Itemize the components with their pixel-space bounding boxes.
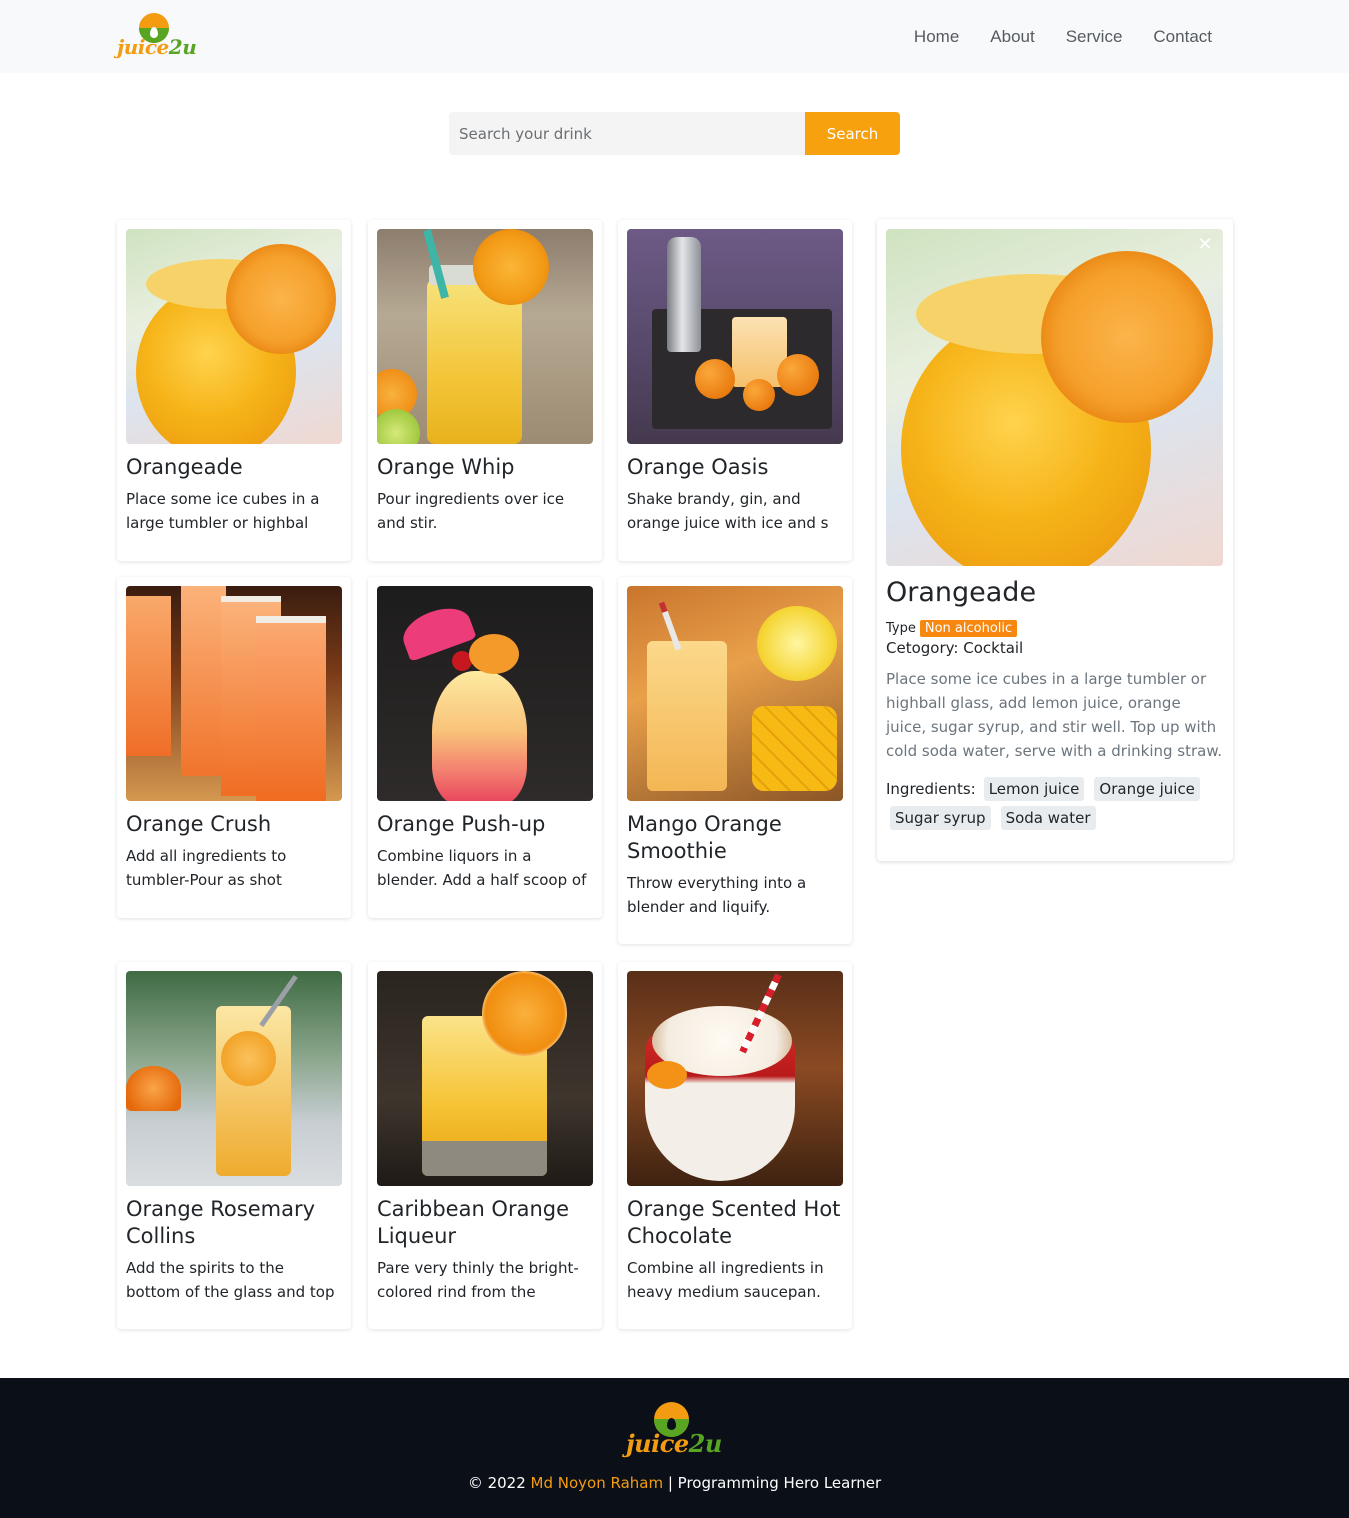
drink-image	[126, 971, 342, 1186]
drink-image	[126, 229, 342, 444]
drink-type-row: Type Non alcoholic	[886, 620, 1224, 637]
ingredient-chip: Orange juice	[1094, 777, 1200, 801]
logo[interactable]: juice2u	[117, 13, 199, 63]
ingredients-label: Ingredients:	[886, 780, 976, 798]
ingredient-chip: Sugar syrup	[890, 806, 991, 830]
drink-detail-image: ✕	[886, 229, 1223, 566]
drink-detail-panel: ✕ Orangeade Type Non alcoholic Cetogory:…	[877, 219, 1233, 861]
search-input[interactable]	[449, 112, 805, 155]
drink-card[interactable]: Orange Scented Hot Chocolate Combine all…	[618, 962, 852, 1329]
drink-card[interactable]: Orange Whip Pour ingredients over ice an…	[368, 220, 602, 561]
drink-image	[377, 971, 593, 1186]
drink-category: Cetogory: Cocktail	[886, 639, 1024, 657]
drink-instructions: Place some ice cubes in a large tumbler …	[126, 490, 320, 532]
drink-name: Caribbean Orange Liqueur	[377, 1197, 570, 1248]
drink-name: Orange Whip	[377, 455, 515, 479]
drink-name: Orange Rosemary Collins	[126, 1197, 316, 1248]
drink-card[interactable]: Mango Orange Smoothie Throw everything i…	[618, 577, 852, 944]
drink-image	[377, 586, 593, 801]
ingredient-chip: Soda water	[1000, 806, 1096, 830]
footer-logo-wordmark: juice2u	[626, 1429, 722, 1458]
drink-name: Orange Oasis	[627, 455, 769, 479]
type-badge: Non alcoholic	[919, 620, 1018, 637]
drink-name: Orange Scented Hot Chocolate	[627, 1197, 841, 1248]
drink-image	[126, 586, 342, 801]
drink-instructions: Pare very thinly the bright-colored rind…	[377, 1259, 579, 1301]
drink-instructions: Shake brandy, gin, and orange juice with…	[627, 490, 829, 532]
drink-detail-title: Orangeade	[886, 577, 1037, 608]
drink-image	[627, 971, 843, 1186]
drink-name: Orange Push-up	[377, 812, 546, 836]
ingredient-chip: Lemon juice	[983, 777, 1085, 801]
drink-name: Mango Orange Smoothie	[627, 812, 782, 863]
drink-card[interactable]: Orange Rosemary Collins Add the spirits …	[117, 962, 351, 1329]
close-icon[interactable]: ✕	[1195, 235, 1215, 255]
nav-links: Home About Service Contact	[914, 27, 1212, 47]
drink-card[interactable]: Caribbean Orange Liqueur Pare very thinl…	[368, 962, 602, 1329]
footer: juice2u © 2022 Md Noyon Raham | Programm…	[0, 1378, 1349, 1518]
drink-card[interactable]: Orange Push-up Combine liquors in a blen…	[368, 577, 602, 918]
drink-description: Place some ice cubes in a large tumbler …	[886, 670, 1222, 760]
author-link[interactable]: Md Noyon Raham	[531, 1474, 664, 1492]
drink-name: Orange Crush	[126, 812, 272, 836]
nav-link-home[interactable]: Home	[914, 27, 959, 47]
drink-instructions: Combine liquors in a blender. Add a half…	[377, 847, 587, 889]
drink-name: Orangeade	[126, 455, 243, 479]
search-bar: Search	[449, 112, 900, 155]
drink-instructions: Pour ingredients over ice and stir.	[377, 490, 565, 532]
navbar: juice2u Home About Service Contact	[0, 0, 1349, 73]
drink-card[interactable]: Orange Oasis Shake brandy, gin, and oran…	[618, 220, 852, 561]
drink-instructions: Add the spirits to the bottom of the gla…	[126, 1259, 335, 1301]
logo-wordmark: juice2u	[117, 35, 197, 59]
drink-card[interactable]: Orangeade Place some ice cubes in a larg…	[117, 220, 351, 561]
drink-instructions: Combine all ingredients in heavy medium …	[627, 1259, 824, 1301]
drink-image	[377, 229, 593, 444]
ingredients-list: Ingredients: Lemon juice Orange juice Sugar…	[886, 777, 1224, 835]
nav-link-about[interactable]: About	[990, 27, 1034, 47]
drink-image	[627, 586, 843, 801]
drink-instructions: Throw everything into a blender and liqu…	[627, 874, 807, 916]
copyright: © 2022 Md Noyon Raham | Programming Hero…	[0, 1474, 1349, 1492]
copyright-prefix: © 2022	[467, 1474, 531, 1492]
type-label: Type	[886, 621, 916, 636]
search-button[interactable]: Search	[805, 112, 900, 155]
drink-image	[627, 229, 843, 444]
nav-link-service[interactable]: Service	[1066, 27, 1123, 47]
drink-card[interactable]: Orange Crush Add all ingredients to tumb…	[117, 577, 351, 918]
drink-instructions: Add all ingredients to tumbler-Pour as s…	[126, 847, 287, 889]
footer-logo: juice2u	[626, 1402, 726, 1462]
copyright-suffix: | Programming Hero Learner	[663, 1474, 882, 1492]
nav-link-contact[interactable]: Contact	[1153, 27, 1212, 47]
